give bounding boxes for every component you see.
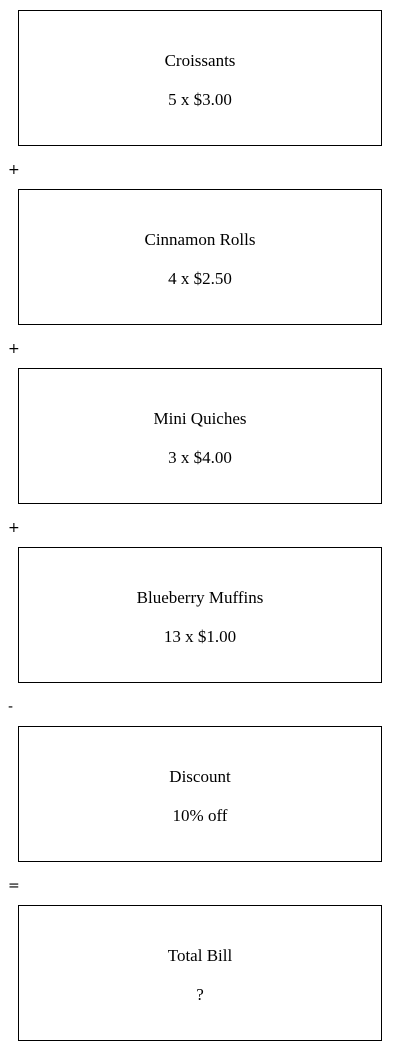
plus-operator: + [8,162,20,178]
item-card-cinnamon-rolls: Cinnamon Rolls 4 x $2.50 [18,189,382,325]
item-card-croissants: Croissants 5 x $3.00 [18,10,382,146]
item-detail: 3 x $4.00 [168,448,232,467]
discount-card: Discount 10% off [18,726,382,862]
equals-operator: = [8,878,20,894]
minus-operator: - [8,699,14,715]
item-name: Cinnamon Rolls [144,230,256,249]
total-bill-value: ? [196,985,204,1004]
plus-operator: + [8,341,20,357]
discount-label: Discount [169,767,231,786]
item-detail: 4 x $2.50 [168,269,232,288]
plus-operator: + [8,520,20,536]
item-detail: 13 x $1.00 [163,627,237,646]
total-bill-card: Total Bill ? [18,905,382,1041]
item-detail: 5 x $3.00 [168,90,232,109]
item-name: Croissants [164,51,236,70]
item-name: Mini Quiches [153,409,247,428]
total-bill-label: Total Bill [167,946,233,965]
item-card-blueberry-muffins: Blueberry Muffins 13 x $1.00 [18,547,382,683]
discount-value: 10% off [172,806,228,825]
item-card-mini-quiches: Mini Quiches 3 x $4.00 [18,368,382,504]
item-name: Blueberry Muffins [136,588,264,607]
